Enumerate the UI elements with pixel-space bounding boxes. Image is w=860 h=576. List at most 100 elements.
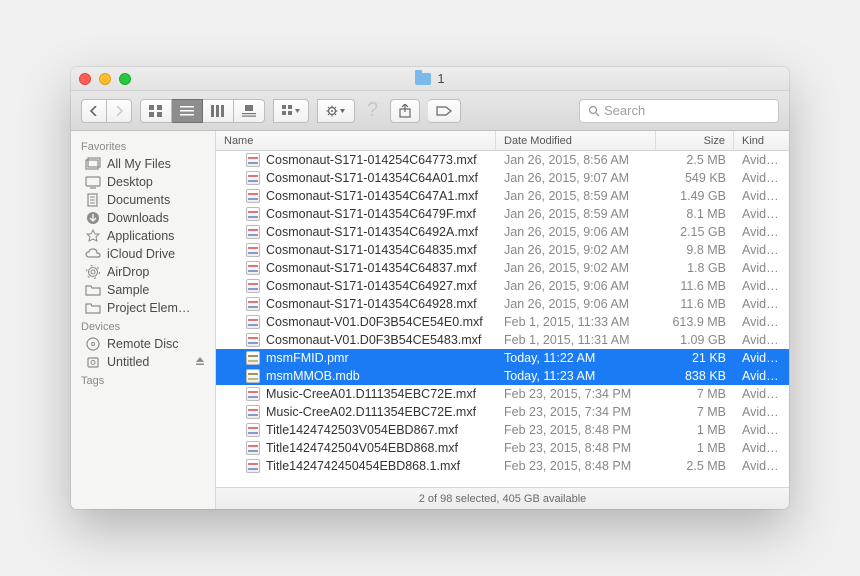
file-date: Jan 26, 2015, 8:59 AM (496, 207, 656, 221)
file-row[interactable]: Cosmonaut-S171-014354C64837.mxfJan 26, 2… (216, 259, 789, 277)
icon-view-button[interactable] (140, 99, 172, 123)
file-kind: AvidM… (734, 171, 789, 185)
sidebar-item[interactable]: Documents (71, 191, 215, 209)
list-view-button[interactable] (172, 99, 203, 123)
file-size: 11.6 MB (656, 279, 734, 293)
file-name: Cosmonaut-S171-014354C647A1.mxf (266, 189, 478, 203)
action-button[interactable] (317, 99, 355, 123)
file-icon (246, 441, 260, 455)
minimize-button[interactable] (99, 73, 111, 85)
folder-icon (415, 73, 431, 85)
airdrop-icon (85, 265, 101, 279)
file-name: Cosmonaut-S171-014354C64928.mxf (266, 297, 477, 311)
close-button[interactable] (79, 73, 91, 85)
file-row[interactable]: Title1424742504V054EBD868.mxfFeb 23, 201… (216, 439, 789, 457)
sidebar-item[interactable]: Remote Disc (71, 335, 215, 353)
file-size: 838 KB (656, 369, 734, 383)
file-date: Jan 26, 2015, 9:06 AM (496, 225, 656, 239)
sidebar-item-label: Sample (107, 283, 149, 297)
file-kind: AvidM… (734, 351, 789, 365)
sidebar-item-label: Project Elem… (107, 301, 190, 315)
sidebar-item[interactable]: Sample (71, 281, 215, 299)
file-size: 9.8 MB (656, 243, 734, 257)
file-name: Cosmonaut-V01.D0F3B54CE5483.mxf (266, 333, 481, 347)
file-icon (246, 405, 260, 419)
file-row[interactable]: Cosmonaut-V01.D0F3B54CE54E0.mxfFeb 1, 20… (216, 313, 789, 331)
sidebar-item-label: Documents (107, 193, 170, 207)
help-icon[interactable]: ? (363, 99, 382, 122)
file-name: Title1424742504V054EBD868.mxf (266, 441, 458, 455)
sidebar-item[interactable]: Downloads (71, 209, 215, 227)
file-row[interactable]: Cosmonaut-S171-014354C647A1.mxfJan 26, 2… (216, 187, 789, 205)
file-row[interactable]: Cosmonaut-S171-014354C64927.mxfJan 26, 2… (216, 277, 789, 295)
downloads-icon (85, 211, 101, 225)
file-row[interactable]: Music-CreeA01.D111354EBC72E.mxfFeb 23, 2… (216, 385, 789, 403)
file-kind: AvidM… (734, 243, 789, 257)
file-row[interactable]: Cosmonaut-S171-014354C64928.mxf Jan 26, 2… (216, 295, 789, 313)
file-row[interactable]: Cosmonaut-S171-014254C64773.mxfJan 26, 2… (216, 151, 789, 169)
file-rows[interactable]: Cosmonaut-S171-014254C64773.mxfJan 26, 2… (216, 151, 789, 487)
arrange-button[interactable] (273, 99, 309, 123)
file-row[interactable]: Music-CreeA02.D111354EBC72E.mxfFeb 23, 2… (216, 403, 789, 421)
sidebar-item[interactable]: Applications (71, 227, 215, 245)
coverflow-view-button[interactable] (234, 99, 265, 123)
file-row[interactable]: Cosmonaut-V01.D0F3B54CE5483.mxf Feb 1, 20… (216, 331, 789, 349)
file-name: Cosmonaut-S171-014354C64835.mxf (266, 243, 477, 257)
forward-button[interactable] (107, 99, 132, 123)
file-row[interactable]: Cosmonaut-S171-014354C6492A.mxfJan 26, 2… (216, 223, 789, 241)
sidebar-item[interactable]: Untitled (71, 353, 215, 371)
sidebar-item[interactable]: Desktop (71, 173, 215, 191)
file-date: Jan 26, 2015, 8:56 AM (496, 153, 656, 167)
toolbar: ? Search (71, 91, 789, 131)
file-date: Feb 23, 2015, 8:48 PM (496, 459, 656, 473)
column-name[interactable]: Name (216, 131, 496, 150)
titlebar[interactable]: 1 (71, 67, 789, 91)
file-date: Jan 26, 2015, 9:06 AM (496, 297, 656, 311)
applications-icon (85, 229, 101, 243)
sidebar-item-label: iCloud Drive (107, 247, 175, 261)
column-view-button[interactable] (203, 99, 234, 123)
file-kind: AvidM… (734, 459, 789, 473)
back-button[interactable] (81, 99, 107, 123)
sidebar-item[interactable]: Project Elem… (71, 299, 215, 317)
file-date: Feb 1, 2015, 11:31 AM (496, 333, 656, 347)
sidebar-item-label: Downloads (107, 211, 169, 225)
desktop-icon (85, 175, 101, 189)
sidebar-item[interactable]: iCloud Drive (71, 245, 215, 263)
file-kind: AvidM… (734, 279, 789, 293)
file-row[interactable]: Cosmonaut-S171-014354C6479F.mxf Jan 26, 2… (216, 205, 789, 223)
folder-icon (85, 283, 101, 297)
column-headers: Name Date Modified Size Kind (216, 131, 789, 151)
file-row[interactable]: Cosmonaut-S171-014354C64835.mxf Jan 26, 2… (216, 241, 789, 259)
file-date: Today, 11:22 AM (496, 351, 656, 365)
file-icon (246, 171, 260, 185)
file-name: Music-CreeA02.D111354EBC72E.mxf (266, 405, 476, 419)
share-button[interactable] (390, 99, 420, 123)
file-kind: AvidM… (734, 423, 789, 437)
file-size: 2.5 MB (656, 459, 734, 473)
sidebar-item[interactable]: AirDrop (71, 263, 215, 281)
file-row[interactable]: msmMMOB.mdbToday, 11:23 AM838 KBAvidM… (216, 367, 789, 385)
file-size: 549 KB (656, 171, 734, 185)
file-size: 613.9 MB (656, 315, 734, 329)
file-icon (246, 351, 260, 365)
file-row[interactable]: Cosmonaut-S171-014354C64A01.mxfJan 26, 2… (216, 169, 789, 187)
sidebar-item[interactable]: All My Files (71, 155, 215, 173)
file-kind: AvidM… (734, 261, 789, 275)
column-kind[interactable]: Kind (734, 131, 789, 150)
column-date[interactable]: Date Modified (496, 131, 656, 150)
file-row[interactable]: Title1424742503V054EBD867.mxfFeb 23, 201… (216, 421, 789, 439)
tags-button[interactable] (428, 99, 461, 123)
file-icon (246, 243, 260, 257)
file-icon (246, 207, 260, 221)
file-row[interactable]: Title1424742450454EBD868.1.mxfFeb 23, 20… (216, 457, 789, 475)
file-date: Jan 26, 2015, 9:02 AM (496, 243, 656, 257)
status-bar: 2 of 98 selected, 405 GB available (216, 487, 789, 509)
eject-icon[interactable] (195, 355, 205, 369)
file-name: Cosmonaut-S171-014354C6479F.mxf (266, 207, 476, 221)
file-row[interactable]: msmFMID.pmrToday, 11:22 AM21 KBAvidM… (216, 349, 789, 367)
sidebar-section-title: Favorites (71, 137, 215, 155)
search-field[interactable]: Search (579, 99, 779, 123)
column-size[interactable]: Size (656, 131, 734, 150)
maximize-button[interactable] (119, 73, 131, 85)
